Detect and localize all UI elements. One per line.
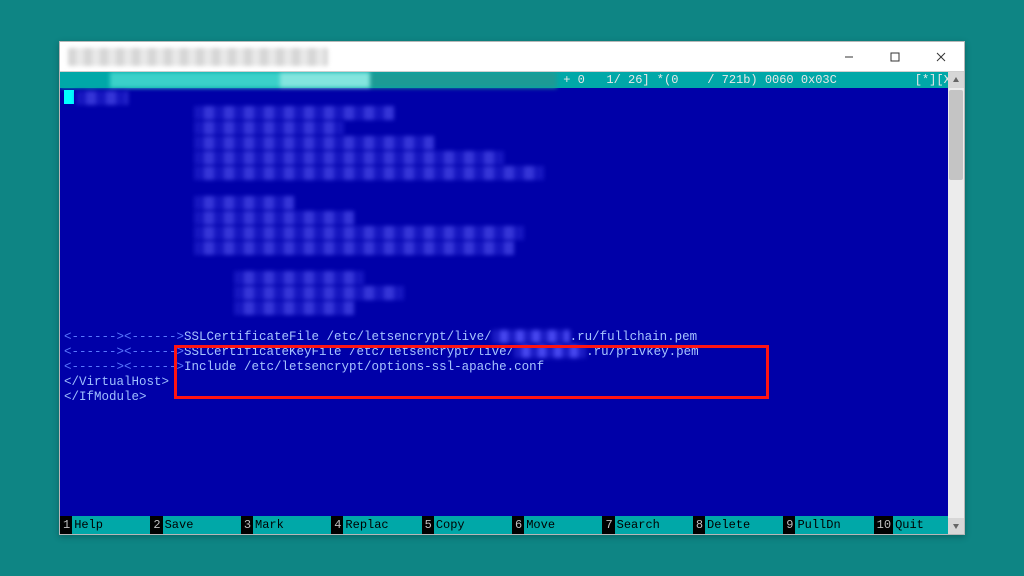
redacted-domain [514,345,586,358]
redacted-line [194,166,544,180]
fkey-bar: 1Help2Save3Mark4Replac5Copy6Move7Search8… [60,516,964,534]
fkey-label: Mark [253,516,331,534]
config-line-ssl-key: <------><------>SSLCertificateKeyFile /e… [64,345,960,360]
redacted-line [194,241,514,255]
fkey-number: 1 [60,516,72,534]
fkey-label: PullDn [795,516,873,534]
redacted-line [194,151,504,165]
titlebar [60,42,964,72]
fkey-move[interactable]: 6Move [512,516,602,534]
config-line-close-ifmodule: </IfModule> [64,390,960,405]
window-controls [826,42,964,72]
close-icon [936,52,946,62]
fkey-number: 2 [150,516,162,534]
status-right: + 0 1/ 26] *(0 / 721b) 0060 0x03C [*][X] [557,72,964,88]
fkey-number: 9 [783,516,795,534]
fkey-label: Delete [705,516,783,534]
fkey-number: 7 [602,516,614,534]
minimize-button[interactable] [826,42,872,72]
close-button[interactable] [918,42,964,72]
redacted-line [234,286,404,300]
redacted-line [194,226,524,240]
fkey-copy[interactable]: 5Copy [422,516,512,534]
fkey-mark[interactable]: 3Mark [241,516,331,534]
fkey-pulldn[interactable]: 9PullDn [783,516,873,534]
fkey-label: Help [72,516,150,534]
app-window: + 0 1/ 26] *(0 / 721b) 0060 0x03C [*][X] [59,41,965,535]
config-line-include: <------><------>Include /etc/letsencrypt… [64,360,960,375]
window-title-redacted [68,48,328,66]
maximize-button[interactable] [872,42,918,72]
fkey-save[interactable]: 2Save [150,516,240,534]
redacted-line [234,301,354,315]
fkey-label: Save [163,516,241,534]
scroll-track[interactable] [948,88,964,518]
edit-area[interactable]: <------><------>SSLCertificateFile /etc/… [60,88,964,516]
fkey-number: 4 [331,516,343,534]
cursor-block [64,90,74,104]
fkey-search[interactable]: 7Search [602,516,692,534]
redacted-domain [492,330,570,343]
fkey-number: 8 [693,516,705,534]
editor-statusbar: + 0 1/ 26] *(0 / 721b) 0060 0x03C [*][X] [60,72,964,88]
fkey-label: Move [524,516,602,534]
config-line-close-vhost: </VirtualHost> [64,375,960,390]
redacted-line [76,91,128,105]
minimize-icon [844,52,854,62]
fkey-number: 10 [874,516,893,534]
config-line-ssl-cert: <------><------>SSLCertificateFile /etc/… [64,330,960,345]
scroll-thumb[interactable] [949,90,963,180]
status-left-redacted [60,72,557,88]
chevron-up-icon [952,76,960,84]
fkey-label: Replac [343,516,421,534]
maximize-icon [890,52,900,62]
fkey-replac[interactable]: 4Replac [331,516,421,534]
redacted-line [194,121,344,135]
fkey-number: 6 [512,516,524,534]
redacted-line [194,196,294,210]
fkey-number: 5 [422,516,434,534]
editor: + 0 1/ 26] *(0 / 721b) 0060 0x03C [*][X] [60,72,964,534]
chevron-down-icon [952,522,960,530]
redacted-line [194,211,354,225]
fkey-label: Search [615,516,693,534]
fkey-help[interactable]: 1Help [60,516,150,534]
redacted-line [194,136,434,150]
fkey-delete[interactable]: 8Delete [693,516,783,534]
fkey-label: Copy [434,516,512,534]
vertical-scrollbar[interactable] [948,72,964,534]
status-position: + 0 1/ 26] *(0 / 721b) 0060 0x03C [563,72,837,88]
scroll-up-button[interactable] [948,72,964,88]
fkey-number: 3 [241,516,253,534]
redacted-line [234,271,364,285]
redacted-line [194,106,394,120]
scroll-down-button[interactable] [948,518,964,534]
